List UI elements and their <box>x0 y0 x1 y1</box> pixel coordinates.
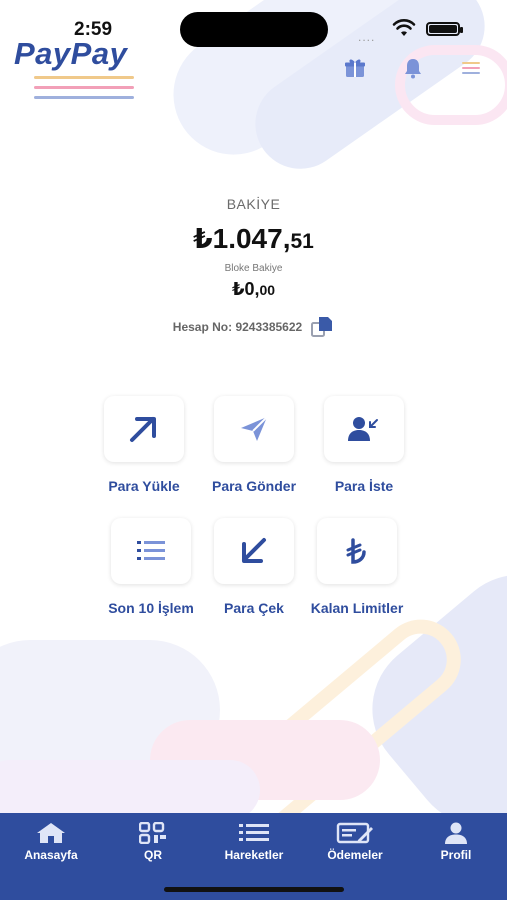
list-icon <box>137 541 165 560</box>
action-label: Kalan Limitler <box>310 600 404 616</box>
tab-label: Ödemeler <box>327 848 383 862</box>
tab-hareketler[interactable]: Hareketler <box>209 822 299 862</box>
balance-amount: ₺1.047,51 <box>0 222 507 255</box>
copy-icon[interactable] <box>310 316 334 338</box>
user-icon <box>445 822 467 844</box>
qr-icon <box>139 822 166 844</box>
menu-icon[interactable] <box>460 55 482 81</box>
tab-label: QR <box>144 848 162 862</box>
gift-icon[interactable] <box>344 55 366 81</box>
action-box <box>104 396 184 462</box>
arrow-down-left-icon <box>242 538 266 563</box>
action-para-gonder[interactable]: Para Gönder <box>199 396 309 495</box>
action-label: Para Yükle <box>108 478 180 494</box>
battery-icon <box>426 22 463 36</box>
bell-icon[interactable] <box>402 55 424 81</box>
tab-odemeler[interactable]: Ödemeler <box>310 822 400 862</box>
logo-text: PayPay <box>14 36 128 71</box>
tab-profil[interactable]: Profil <box>411 822 501 862</box>
action-box <box>111 518 191 584</box>
tab-qr[interactable]: QR <box>108 822 198 862</box>
home-icon <box>37 823 65 843</box>
logo-stripes <box>34 76 134 106</box>
lira-icon <box>346 538 366 564</box>
action-label: Son 10 İşlem <box>108 600 194 616</box>
balance-amount-main: ₺1.047, <box>193 223 291 254</box>
balance-label: BAKİYE <box>226 196 281 212</box>
action-box <box>214 518 294 584</box>
blocked-balance-label: Bloke Bakiye <box>224 263 283 274</box>
action-box <box>324 396 404 462</box>
action-label: Para Çek <box>224 600 284 616</box>
payment-icon <box>336 822 373 844</box>
account-number-row: Hesap No: 9243385622 <box>0 316 507 338</box>
action-label: Para Gönder <box>211 478 297 494</box>
send-icon <box>241 416 268 441</box>
balance-section: BAKİYE ₺1.047,51 Bloke Bakiye ₺0,00 Hesa… <box>0 196 507 338</box>
action-label: Para İste <box>334 478 394 494</box>
blocked-amount-main: ₺0, <box>231 279 260 299</box>
blocked-amount-decimal: 00 <box>259 282 276 298</box>
paypay-logo: PayPay <box>14 36 134 99</box>
header-actions <box>344 55 482 81</box>
camera-notch <box>180 12 328 47</box>
action-para-yukle[interactable]: Para Yükle <box>89 396 199 495</box>
signal-icon: .... <box>358 30 376 44</box>
action-son-10-islem[interactable]: Son 10 İşlem <box>96 518 206 617</box>
tab-anasayfa[interactable]: Anasayfa <box>6 822 96 862</box>
tab-label: Anasayfa <box>24 848 78 862</box>
list-icon <box>239 824 269 841</box>
home-indicator[interactable] <box>164 887 344 892</box>
blocked-balance-amount: ₺0,00 <box>0 279 507 300</box>
arrow-up-right-icon <box>130 417 156 442</box>
wifi-icon <box>392 19 416 36</box>
tab-label: Profil <box>440 848 472 862</box>
action-box <box>214 396 294 462</box>
action-kalan-limitler[interactable]: Kalan Limitler <box>302 518 412 617</box>
decor-shape <box>0 760 260 820</box>
account-number: Hesap No: 9243385622 <box>172 320 303 334</box>
user-request-icon <box>348 417 378 441</box>
tab-label: Hareketler <box>224 848 284 862</box>
balance-amount-decimal: 51 <box>290 230 314 253</box>
action-box <box>317 518 397 584</box>
action-para-iste[interactable]: Para İste <box>309 396 419 495</box>
action-para-cek[interactable]: Para Çek <box>199 518 309 617</box>
